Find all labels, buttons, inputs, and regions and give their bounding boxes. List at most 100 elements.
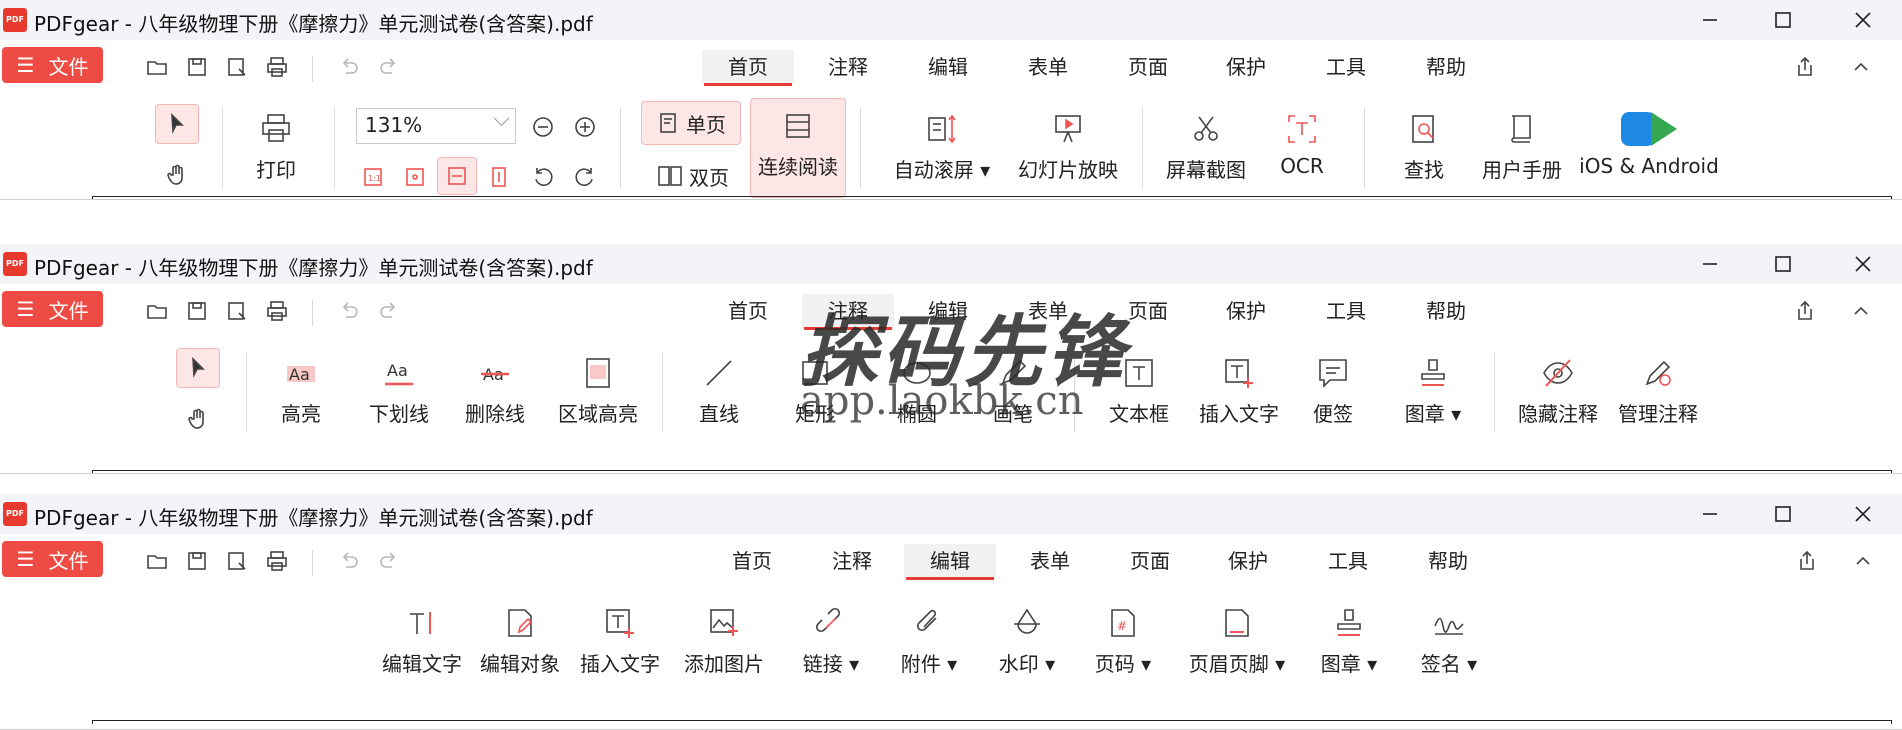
save-button[interactable] (182, 546, 212, 576)
screenshot-button[interactable]: 屏幕截图 (1162, 112, 1250, 183)
strikethrough-button[interactable]: Aa 删除线 (462, 356, 528, 427)
stamp-button[interactable]: 图章 ▾ (1400, 356, 1466, 427)
tab-protect[interactable]: 保护 (1200, 50, 1292, 84)
undo-button[interactable] (334, 296, 364, 326)
line-button[interactable]: 直线 (692, 356, 746, 427)
continuous-icon (786, 114, 810, 138)
edit-text-button[interactable]: 编辑文字 (380, 606, 464, 677)
close-button[interactable] (1818, 0, 1902, 40)
rotate-left-button[interactable] (528, 162, 558, 192)
save-button[interactable] (182, 52, 212, 82)
manage-annotations-button[interactable]: 管理注释 (1614, 356, 1702, 427)
redo-button[interactable] (374, 546, 404, 576)
stamp-button[interactable]: 图章 ▾ (1314, 606, 1384, 677)
actual-size-button[interactable]: 1:1 (358, 162, 388, 192)
divider (312, 300, 313, 326)
hand-tool[interactable] (162, 160, 192, 190)
tab-annotate[interactable]: 注释 (806, 544, 898, 578)
edit-object-button[interactable]: 编辑对象 (478, 606, 562, 677)
tab-page[interactable]: 页面 (1104, 544, 1196, 578)
tab-help[interactable]: 帮助 (1400, 294, 1492, 328)
hide-annotations-button[interactable]: 隐藏注释 (1514, 356, 1602, 427)
fit-width-button[interactable] (437, 157, 477, 195)
underline-button[interactable]: Aa 下划线 (366, 356, 432, 427)
signature-button[interactable]: 签名 ▾ (1414, 606, 1484, 677)
zoom-in-button[interactable] (570, 112, 600, 142)
insert-text-button[interactable]: 插入文字 (1196, 356, 1282, 427)
open-button[interactable] (142, 296, 172, 326)
save-as-button[interactable] (222, 52, 252, 82)
add-image-button[interactable]: 添加图片 (682, 606, 766, 677)
fit-page-button[interactable] (400, 162, 430, 192)
tab-home[interactable]: 首页 (706, 544, 798, 578)
attachment-button[interactable]: 附件 ▾ (894, 606, 964, 677)
ocr-button[interactable]: OCR (1270, 112, 1334, 178)
save-as-button[interactable] (222, 296, 252, 326)
tab-page[interactable]: 页面 (1102, 50, 1194, 84)
tab-help[interactable]: 帮助 (1400, 50, 1492, 84)
print-quick-button[interactable] (262, 546, 292, 576)
auto-scroll-button[interactable]: 自动滚屏 ▾ (890, 112, 994, 183)
continuous-read-button[interactable]: 连续阅读 (750, 98, 846, 198)
print-quick-button[interactable] (262, 52, 292, 82)
highlight-button[interactable]: Aa 高亮 (270, 356, 332, 427)
collapse-ribbon-button[interactable] (1846, 52, 1876, 82)
save-as-button[interactable] (222, 546, 252, 576)
file-menu-button[interactable]: ☰ 文件 (2, 541, 103, 577)
select-tool[interactable] (155, 104, 199, 144)
double-page-button[interactable]: 双页 (646, 158, 740, 194)
collapse-ribbon-button[interactable] (1846, 296, 1876, 326)
link-button[interactable]: 链接 ▾ (796, 606, 866, 677)
collapse-ribbon-button[interactable] (1848, 546, 1878, 576)
tab-help[interactable]: 帮助 (1402, 544, 1494, 578)
open-button[interactable] (142, 546, 172, 576)
share-button[interactable] (1790, 52, 1820, 82)
watermark-button[interactable]: 水印 ▾ (992, 606, 1062, 677)
maximize-button[interactable] (1738, 494, 1828, 534)
tab-home[interactable]: 首页 (702, 50, 794, 86)
maximize-button[interactable] (1738, 244, 1828, 284)
tab-protect[interactable]: 保护 (1202, 544, 1294, 578)
page-number-button[interactable]: # 页码 ▾ (1088, 606, 1158, 677)
share-button[interactable] (1790, 296, 1820, 326)
tab-tools[interactable]: 工具 (1302, 544, 1394, 578)
header-footer-button[interactable]: 页眉页脚 ▾ (1182, 606, 1292, 677)
undo-button[interactable] (334, 546, 364, 576)
tab-tools[interactable]: 工具 (1300, 294, 1392, 328)
tab-edit[interactable]: 编辑 (902, 50, 994, 84)
fit-height-button[interactable] (484, 162, 514, 192)
file-menu-button[interactable]: ☰ 文件 (2, 47, 103, 83)
tab-form[interactable]: 表单 (1002, 50, 1094, 84)
hand-tool[interactable] (183, 404, 213, 434)
file-menu-button[interactable]: ☰ 文件 (2, 291, 103, 327)
zoom-out-button[interactable] (528, 112, 558, 142)
close-button[interactable] (1818, 244, 1902, 284)
tab-annotate[interactable]: 注释 (802, 50, 894, 84)
redo-button[interactable] (374, 52, 404, 82)
select-tool[interactable] (176, 348, 220, 388)
zoom-select[interactable]: 131% (356, 108, 516, 144)
tab-edit[interactable]: 编辑 (904, 544, 996, 580)
print-quick-button[interactable] (262, 296, 292, 326)
share-button[interactable] (1792, 546, 1822, 576)
close-button[interactable] (1818, 494, 1902, 534)
maximize-button[interactable] (1738, 0, 1828, 40)
tab-home[interactable]: 首页 (702, 294, 794, 328)
single-page-button[interactable]: 单页 (641, 101, 741, 145)
mobile-app-button[interactable]: iOS & Android (1576, 112, 1722, 178)
save-button[interactable] (182, 296, 212, 326)
undo-button[interactable] (334, 52, 364, 82)
print-button[interactable]: 打印 (250, 112, 302, 183)
user-manual-button[interactable]: 用户手册 (1478, 112, 1566, 183)
insert-text-button[interactable]: 插入文字 (578, 606, 662, 677)
area-highlight-button[interactable]: 区域高亮 (554, 356, 642, 427)
tab-protect[interactable]: 保护 (1200, 294, 1292, 328)
find-button[interactable]: 查找 (1396, 112, 1452, 183)
tab-tools[interactable]: 工具 (1300, 50, 1392, 84)
rotate-right-button[interactable] (570, 162, 600, 192)
note-button[interactable]: 便签 (1310, 356, 1356, 427)
slideshow-button[interactable]: 幻灯片放映 (1016, 112, 1120, 183)
redo-button[interactable] (374, 296, 404, 326)
open-button[interactable] (142, 52, 172, 82)
tab-form[interactable]: 表单 (1004, 544, 1096, 578)
